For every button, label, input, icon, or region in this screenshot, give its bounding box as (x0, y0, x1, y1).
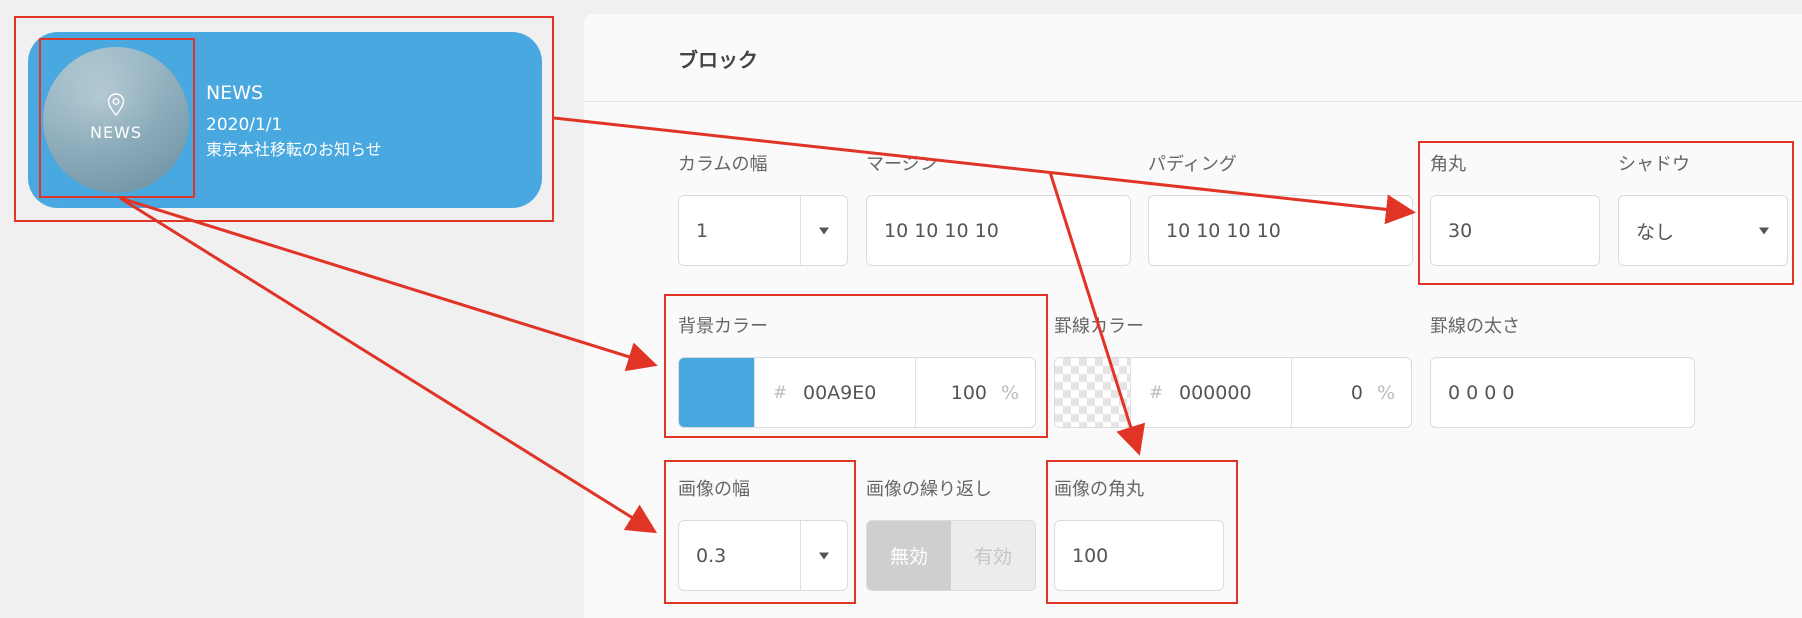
select-divider (800, 521, 801, 590)
hash-symbol: # (1149, 382, 1164, 403)
thumbnail-photo (43, 47, 189, 193)
background-opacity-value[interactable]: 100 (951, 382, 987, 404)
chevron-down-icon (1759, 227, 1769, 234)
border-width-value: 0 0 0 0 (1448, 381, 1515, 404)
preview-text: 東京本社移転のお知らせ (206, 140, 382, 159)
preview-date: 2020/1/1 (206, 115, 283, 135)
image-radius-label: 画像の角丸 (1054, 479, 1144, 500)
location-pin-icon (107, 93, 125, 117)
field-divider (1130, 358, 1131, 427)
margin-input[interactable]: 10 10 10 10 (866, 195, 1131, 266)
chevron-down-icon (819, 552, 829, 559)
corner-radius-value: 30 (1448, 219, 1473, 242)
column-width-value: 1 (696, 219, 709, 242)
panel-header: ブロック (584, 14, 1802, 102)
field-divider (915, 358, 916, 427)
image-repeat-label: 画像の繰り返し (866, 479, 992, 500)
margin-label: マージン (866, 154, 938, 175)
border-width-label: 罫線の太さ (1430, 316, 1520, 337)
corner-radius-input[interactable]: 30 (1430, 195, 1600, 266)
image-radius-value: 100 (1072, 544, 1109, 567)
border-opacity-value[interactable]: 0 (1351, 382, 1363, 404)
border-color-swatch[interactable] (1055, 358, 1130, 427)
percent-symbol: % (1000, 381, 1019, 404)
column-width-select[interactable]: 1 (678, 195, 848, 266)
image-width-value: 0.3 (696, 544, 727, 567)
margin-value: 10 10 10 10 (884, 219, 999, 242)
image-width-label: 画像の幅 (678, 479, 750, 500)
chevron-down-icon (819, 227, 829, 234)
border-color-field[interactable]: # 000000 0 % (1054, 357, 1412, 428)
background-color-hex[interactable]: 00A9E0 (803, 382, 876, 404)
background-color-swatch[interactable] (679, 358, 754, 427)
background-color-field[interactable]: # 00A9E0 100 % (678, 357, 1036, 428)
image-repeat-on-option[interactable]: 有効 (951, 521, 1035, 590)
image-width-select[interactable]: 0.3 (678, 520, 848, 591)
thumbnail-label: NEWS (89, 123, 143, 142)
hash-symbol: # (773, 382, 788, 403)
padding-label: パディング (1148, 154, 1237, 175)
shadow-select[interactable]: なし (1618, 195, 1788, 266)
image-repeat-off-option[interactable]: 無効 (867, 521, 951, 590)
percent-symbol: % (1376, 381, 1395, 404)
arrow-to-background-color (119, 196, 658, 372)
border-color-hex[interactable]: 000000 (1179, 382, 1252, 404)
padding-input[interactable]: 10 10 10 10 (1148, 195, 1413, 266)
field-divider (754, 358, 755, 427)
select-divider (800, 196, 801, 265)
field-divider (1291, 358, 1292, 427)
panel-title: ブロック (678, 48, 758, 72)
padding-value: 10 10 10 10 (1166, 219, 1281, 242)
border-color-label: 罫線カラー (1054, 316, 1144, 337)
preview-thumbnail: NEWS (43, 47, 189, 193)
preview-title: NEWS (206, 82, 264, 104)
background-color-label: 背景カラー (678, 316, 768, 337)
image-radius-input[interactable]: 100 (1054, 520, 1224, 591)
arrow-to-image-width (119, 196, 658, 534)
shadow-value: なし (1636, 221, 1675, 243)
shadow-label: シャドウ (1618, 154, 1690, 175)
border-width-input[interactable]: 0 0 0 0 (1430, 357, 1695, 428)
column-width-label: カラムの幅 (678, 154, 768, 175)
image-repeat-toggle[interactable]: 無効 有効 (866, 520, 1036, 591)
corner-radius-label: 角丸 (1430, 154, 1466, 175)
